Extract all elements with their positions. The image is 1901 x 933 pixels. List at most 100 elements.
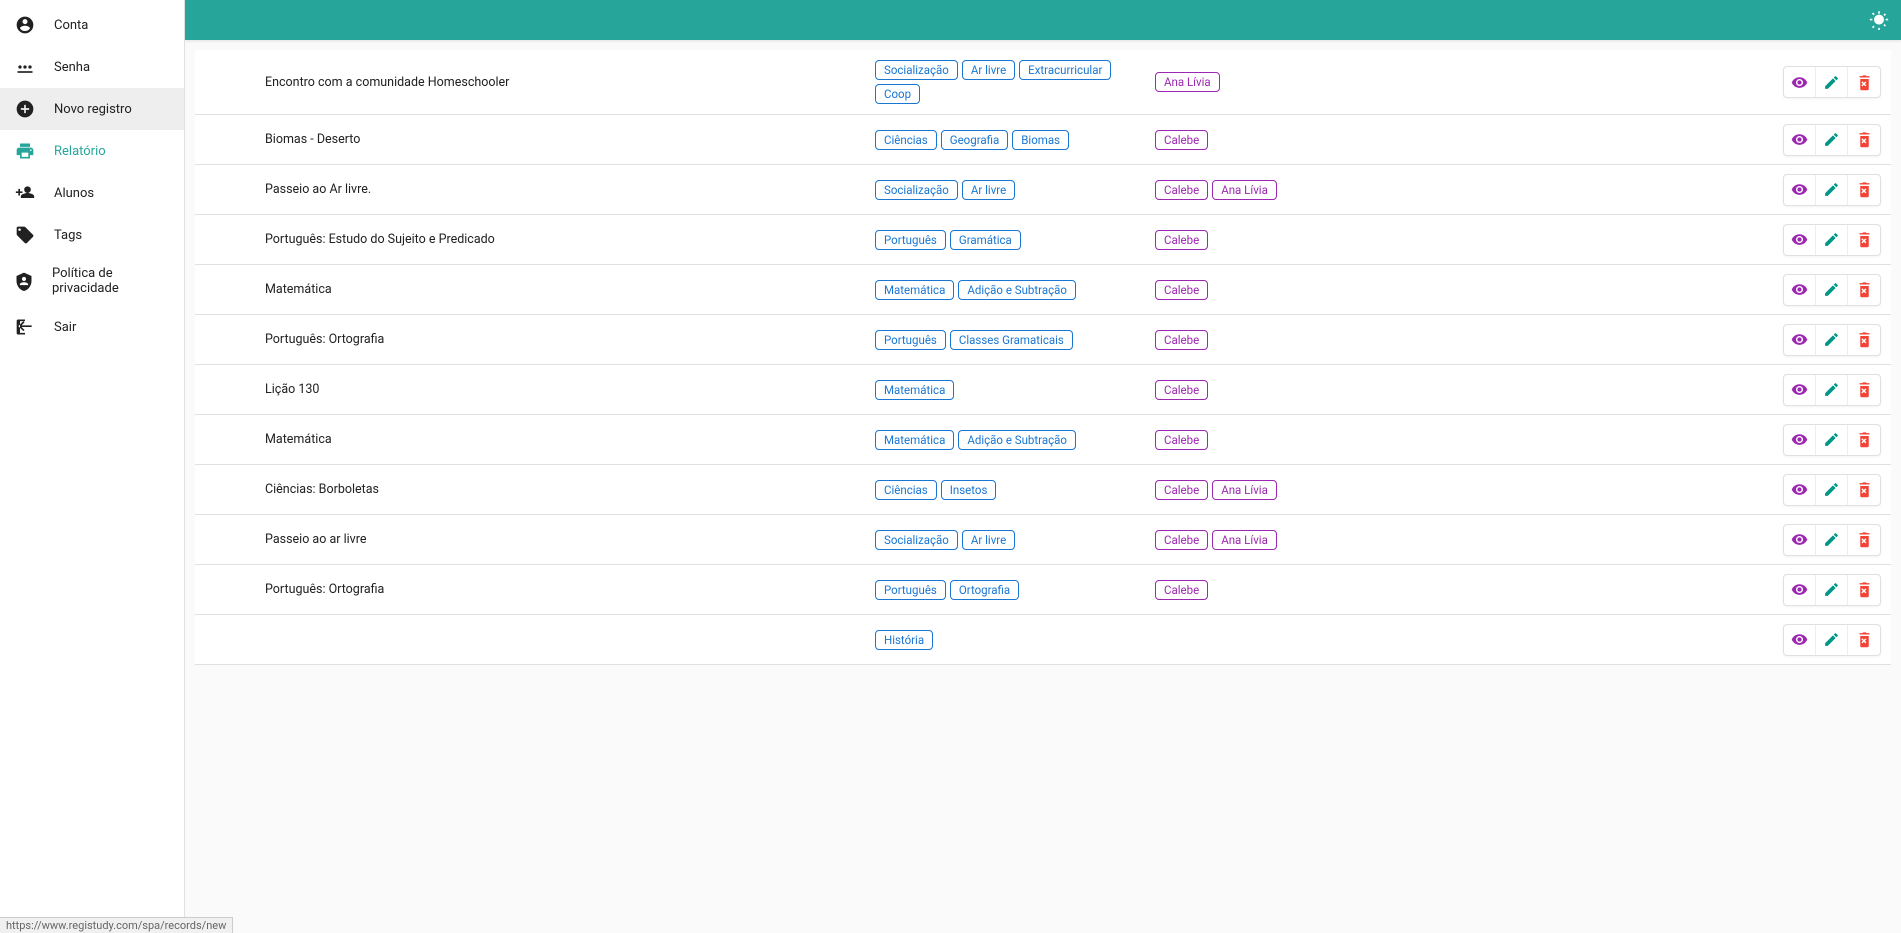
student-chip[interactable]: Calebe [1155, 480, 1208, 500]
student-chip[interactable]: Ana Lívia [1212, 180, 1277, 200]
record-title: Português: Ortografia [265, 332, 875, 347]
view-button[interactable] [1784, 175, 1816, 205]
tag-chip[interactable]: Gramática [950, 230, 1021, 250]
student-chip[interactable]: Calebe [1155, 330, 1208, 350]
view-button[interactable] [1784, 525, 1816, 555]
tag-chip[interactable]: Ar livre [962, 60, 1015, 80]
tag-chip[interactable]: Classes Gramaticais [950, 330, 1073, 350]
view-button[interactable] [1784, 67, 1816, 97]
tag-chip[interactable]: Ar livre [962, 180, 1015, 200]
edit-button[interactable] [1816, 375, 1848, 405]
tag-chip[interactable]: Adição e Subtração [958, 430, 1076, 450]
student-chip[interactable]: Calebe [1155, 580, 1208, 600]
delete-button[interactable] [1848, 525, 1880, 555]
edit-button[interactable] [1816, 625, 1848, 655]
tag-chip[interactable]: Adição e Subtração [958, 280, 1076, 300]
sidebar-item-person-add[interactable]: Alunos [0, 172, 184, 214]
tag-chip[interactable]: Insetos [941, 480, 997, 500]
tag-chip[interactable]: Matemática [875, 430, 954, 450]
tag-chip[interactable]: Matemática [875, 280, 954, 300]
student-chip[interactable]: Calebe [1155, 230, 1208, 250]
tag-chip[interactable]: Geografia [941, 130, 1009, 150]
student-chip[interactable]: Calebe [1155, 130, 1208, 150]
tag-chip[interactable]: Extracurricular [1019, 60, 1111, 80]
student-chip[interactable]: Ana Lívia [1212, 480, 1277, 500]
tag-chip[interactable]: Matemática [875, 380, 954, 400]
student-chip[interactable]: Calebe [1155, 430, 1208, 450]
tag-icon [14, 224, 36, 246]
delete-button[interactable] [1848, 275, 1880, 305]
student-chip[interactable]: Calebe [1155, 380, 1208, 400]
sidebar: ContaSenhaNovo registroRelatórioAlunosTa… [0, 0, 185, 933]
sidebar-item-password[interactable]: Senha [0, 46, 184, 88]
tag-chip[interactable]: Coop [875, 84, 920, 104]
records-list: Encontro com a comunidade HomeschoolerSo… [185, 40, 1901, 933]
record-tags: SocializaçãoAr livreExtracurricular Coop [875, 56, 1155, 108]
sidebar-item-account[interactable]: Conta [0, 4, 184, 46]
tag-chip[interactable]: Socialização [875, 180, 958, 200]
tag-chip[interactable]: Ciências [875, 480, 937, 500]
view-button[interactable] [1784, 575, 1816, 605]
view-button[interactable] [1784, 625, 1816, 655]
tag-chip[interactable]: Português [875, 580, 946, 600]
edit-icon [1823, 331, 1840, 348]
sidebar-item-label: Política de privacidade [52, 266, 170, 296]
record-tags: PortuguêsClasses Gramaticais [875, 326, 1155, 354]
person-add-icon [14, 182, 36, 204]
edit-button[interactable] [1816, 275, 1848, 305]
delete-button[interactable] [1848, 175, 1880, 205]
edit-button[interactable] [1816, 325, 1848, 355]
student-chip[interactable]: Calebe [1155, 280, 1208, 300]
view-button[interactable] [1784, 375, 1816, 405]
student-chip[interactable]: Calebe [1155, 180, 1208, 200]
sidebar-item-tag[interactable]: Tags [0, 214, 184, 256]
student-chip[interactable]: Calebe [1155, 530, 1208, 550]
tag-chip[interactable]: Ar livre [962, 530, 1015, 550]
tag-chip[interactable]: Biomas [1012, 130, 1069, 150]
delete-button[interactable] [1848, 125, 1880, 155]
tag-chip[interactable]: Socialização [875, 60, 958, 80]
student-chip[interactable]: Ana Lívia [1155, 72, 1220, 92]
edit-button[interactable] [1816, 575, 1848, 605]
tag-chip[interactable]: Socialização [875, 530, 958, 550]
delete-button[interactable] [1848, 625, 1880, 655]
record-row: Ciências: BorboletasCiênciasInsetosCaleb… [195, 465, 1891, 515]
delete-button[interactable] [1848, 575, 1880, 605]
edit-button[interactable] [1816, 225, 1848, 255]
view-button[interactable] [1784, 475, 1816, 505]
edit-button[interactable] [1816, 175, 1848, 205]
tag-chip[interactable]: História [875, 630, 933, 650]
tag-chip[interactable]: Ortografia [950, 580, 1019, 600]
delete-icon [1856, 481, 1873, 498]
record-students: Calebe [1155, 226, 1771, 254]
delete-button[interactable] [1848, 325, 1880, 355]
edit-button[interactable] [1816, 525, 1848, 555]
tag-chip[interactable]: Português [875, 230, 946, 250]
view-button[interactable] [1784, 125, 1816, 155]
delete-button[interactable] [1848, 375, 1880, 405]
edit-button[interactable] [1816, 125, 1848, 155]
view-button[interactable] [1784, 275, 1816, 305]
delete-button[interactable] [1848, 475, 1880, 505]
delete-button[interactable] [1848, 425, 1880, 455]
edit-button[interactable] [1816, 67, 1848, 97]
delete-button[interactable] [1848, 67, 1880, 97]
theme-toggle-button[interactable] [1869, 10, 1889, 30]
sidebar-item-logout[interactable]: Sair [0, 306, 184, 348]
view-button[interactable] [1784, 325, 1816, 355]
tag-chip[interactable]: Português [875, 330, 946, 350]
view-button[interactable] [1784, 425, 1816, 455]
edit-button[interactable] [1816, 425, 1848, 455]
tag-chip[interactable]: Ciências [875, 130, 937, 150]
sidebar-item-print[interactable]: Relatório [0, 130, 184, 172]
delete-button[interactable] [1848, 225, 1880, 255]
record-tags: SocializaçãoAr livre [875, 526, 1155, 554]
record-row: Encontro com a comunidade HomeschoolerSo… [195, 50, 1891, 115]
view-button[interactable] [1784, 225, 1816, 255]
view-icon [1791, 631, 1808, 648]
edit-button[interactable] [1816, 475, 1848, 505]
student-chip[interactable]: Ana Lívia [1212, 530, 1277, 550]
record-students: CalebeAna Lívia [1155, 476, 1771, 504]
sidebar-item-privacy[interactable]: Política de privacidade [0, 256, 184, 306]
sidebar-item-add-circle[interactable]: Novo registro [0, 88, 184, 130]
